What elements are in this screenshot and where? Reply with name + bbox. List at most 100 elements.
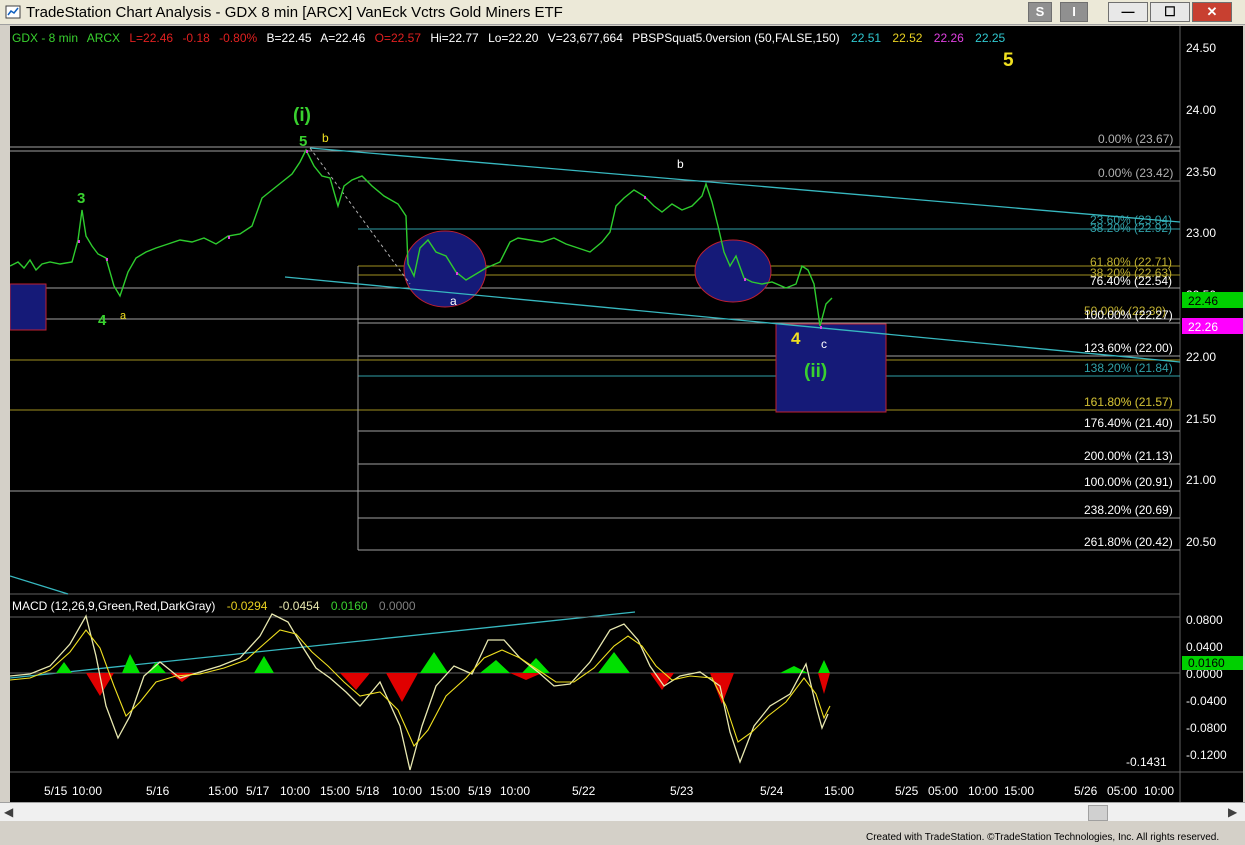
header-ind-value-2: 22.52 <box>892 31 922 45</box>
time-tick: 5/19 <box>468 784 492 798</box>
header-ind-value-4: 22.25 <box>975 31 1005 45</box>
header-volume: V=23,677,664 <box>548 31 623 45</box>
i-button[interactable]: I <box>1060 2 1088 22</box>
time-tick: 5/18 <box>356 784 380 798</box>
time-axis: 5/15 10:00 5/16 15:00 5/17 10:00 15:00 5… <box>44 784 1174 798</box>
macd-value-3: 0.0160 <box>331 599 368 613</box>
time-tick: 10:00 <box>280 784 310 798</box>
header-ind-value-3: 22.26 <box>934 31 964 45</box>
macd-tick: -0.0400 <box>1186 694 1227 708</box>
time-tick: 10:00 <box>968 784 998 798</box>
close-button[interactable]: ✕ <box>1192 2 1232 22</box>
macd-value-1: -0.0294 <box>227 599 268 613</box>
macd-label: MACD (12,26,9,Green,Red,DarkGray) <box>12 599 215 613</box>
macd-last-flag-text: 0.0160 <box>1188 656 1225 670</box>
macd-min-label: -0.1431 <box>1126 755 1167 769</box>
svg-text:MACD (12,26,9,Green,Red,DarkGr: MACD (12,26,9,Green,Red,DarkGray) -0.029… <box>12 599 416 613</box>
fib-label: 0.00% (23.42) <box>1098 166 1173 180</box>
title-bar: TradeStation Chart Analysis - GDX 8 min … <box>0 0 1245 25</box>
wave-label-ii: (ii) <box>804 361 827 382</box>
time-tick: 5/17 <box>246 784 270 798</box>
header-symbol: GDX - 8 min <box>12 31 78 45</box>
wave-label-5: 5 <box>299 133 307 150</box>
fib-label: 176.40% (21.40) <box>1084 416 1173 430</box>
scroll-right-icon[interactable]: ▶ <box>1228 805 1237 819</box>
scroll-left-icon[interactable]: ◀ <box>4 805 13 819</box>
svg-text:GDX - 8 min ARCX L=22.: GDX - 8 min ARCX L=22.46 -0.18 -0.80% B=… <box>12 31 1006 45</box>
time-tick: 05:00 <box>928 784 958 798</box>
fib-label: 123.60% (22.00) <box>1084 341 1173 355</box>
circle-a <box>403 230 487 308</box>
target-box-left <box>10 283 47 331</box>
time-tick: 10:00 <box>1144 784 1174 798</box>
fib-label: 138.20% (21.84) <box>1084 361 1173 375</box>
fib-label: 200.00% (21.13) <box>1084 449 1173 463</box>
fib-label: 261.80% (20.42) <box>1084 535 1173 549</box>
maximize-button[interactable]: ☐ <box>1150 2 1190 22</box>
time-tick: 15:00 <box>320 784 350 798</box>
time-tick: 5/15 <box>44 784 68 798</box>
macd-signal-line <box>10 629 831 748</box>
header-bid: B=22.45 <box>267 31 312 45</box>
time-tick: 5/25 <box>895 784 919 798</box>
price-tick: 23.50 <box>1186 165 1216 179</box>
window-title: TradeStation Chart Analysis - GDX 8 min … <box>26 4 563 21</box>
price-tick: 24.50 <box>1186 41 1216 55</box>
dashed-connector <box>309 147 411 285</box>
macd-tick: 0.0800 <box>1186 613 1223 627</box>
time-tick: 15:00 <box>208 784 238 798</box>
fib-label: 238.20% (20.69) <box>1084 503 1173 517</box>
price-tick: 24.00 <box>1186 103 1216 117</box>
copyright-credit: Created with TradeStation. ©TradeStation… <box>866 832 1220 843</box>
price-tick: 21.50 <box>1186 412 1216 426</box>
wave-label-a: a <box>450 294 457 308</box>
fib-label: 38.20% (22.92) <box>1090 221 1172 235</box>
macd-value-2: -0.0454 <box>279 599 320 613</box>
circle-b <box>694 239 772 303</box>
wave-label-4-green: 4 <box>98 312 107 329</box>
header-low: Lo=22.20 <box>488 31 539 45</box>
fib-label: 100.00% (22.27) <box>1084 308 1173 322</box>
time-tick: 5/16 <box>146 784 170 798</box>
header-ask: A=22.46 <box>320 31 365 45</box>
wave-label-c: c <box>821 337 827 351</box>
header-ind-value-1: 22.51 <box>851 31 881 45</box>
time-tick: 10:00 <box>500 784 530 798</box>
fib-label: 76.40% (22.54) <box>1090 274 1172 288</box>
wave-label-4-yellow: 4 <box>791 329 801 348</box>
header-exchange: ARCX <box>87 31 120 45</box>
fib-label: 0.00% (23.67) <box>1098 132 1173 146</box>
macd-histogram-up <box>56 652 830 673</box>
price-tick: 23.00 <box>1186 226 1216 240</box>
macd-histogram-down <box>86 673 830 704</box>
fib-label: 161.80% (21.57) <box>1084 395 1173 409</box>
tradestation-app-icon <box>5 5 21 19</box>
fib-label: 100.00% (20.91) <box>1084 475 1173 489</box>
last-price-flag-text: 22.46 <box>1188 294 1218 308</box>
time-tick: 15:00 <box>1004 784 1034 798</box>
macd-tick: -0.1200 <box>1186 748 1227 762</box>
price-tick: 21.00 <box>1186 473 1216 487</box>
minimize-button[interactable]: — <box>1108 2 1148 22</box>
wave-label-i: (i) <box>293 105 311 126</box>
wave-label-b-small: b <box>322 131 329 145</box>
s-button[interactable]: S <box>1028 2 1052 22</box>
price-tick: 22.00 <box>1186 350 1216 364</box>
macd-axis: 0.0800 0.0400 0.0000 -0.0400 -0.0800 -0.… <box>1186 613 1227 762</box>
horizontal-scrollbar[interactable]: ◀ ▶ <box>0 802 1245 821</box>
time-tick: 15:00 <box>430 784 460 798</box>
time-tick: 05:00 <box>1107 784 1137 798</box>
wave-label-b: b <box>677 157 684 171</box>
time-tick: 5/26 <box>1074 784 1098 798</box>
header-open: O=22.57 <box>375 31 422 45</box>
time-tick: 10:00 <box>392 784 422 798</box>
wave-label-5-yellow: 5 <box>1003 50 1014 71</box>
header-change: -0.18 <box>182 31 210 45</box>
header-pct: -0.80% <box>219 31 257 45</box>
level-price-flag-text: 22.26 <box>1188 320 1218 334</box>
header-high: Hi=22.77 <box>430 31 479 45</box>
chart-canvas[interactable]: GDX - 8 min ARCX L=22.46 -0.18 -0.80% B=… <box>10 26 1243 802</box>
upper-channel-line <box>309 147 1181 223</box>
lower-left-line <box>10 575 69 595</box>
scroll-thumb[interactable] <box>1088 805 1108 821</box>
